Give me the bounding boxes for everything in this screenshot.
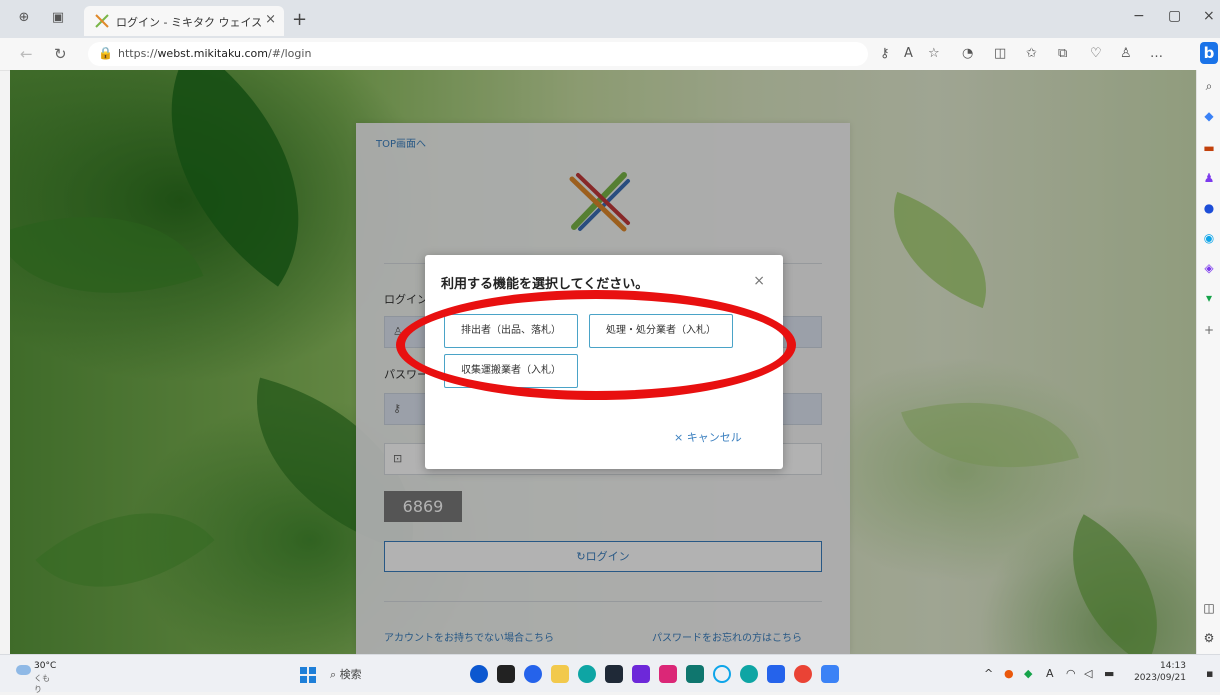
browser-tab-bar: ⊕ ▣ ログイン - ミキタク ウェイストオークショ × + − ▢ ×: [0, 0, 1220, 38]
task-view-icon[interactable]: [497, 665, 515, 683]
add-sidebar-app-icon[interactable]: +: [1201, 322, 1217, 338]
url-text: https://webst.mikitaku.com/#/login: [118, 47, 312, 60]
people-icon[interactable]: ♟: [1201, 170, 1217, 186]
tag-icon[interactable]: ◆: [1201, 108, 1217, 124]
app-icon[interactable]: [632, 665, 650, 683]
sidebar-settings-gear-icon[interactable]: ⚙: [1201, 630, 1217, 646]
windows-taskbar: 30°C くもり ⌕ 検索 ^ ● ◆ A ◠ ◁ ▬ 14:13 2023/0…: [0, 654, 1220, 694]
extension-icon[interactable]: ◔: [962, 46, 973, 61]
copilot-icon[interactable]: [470, 665, 488, 683]
cloud-icon: [16, 665, 31, 675]
collections-icon[interactable]: ⧉: [1058, 46, 1067, 61]
tray-app-icon[interactable]: ●: [1004, 667, 1014, 680]
file-explorer-icon[interactable]: [551, 665, 569, 683]
edge-browser-icon[interactable]: [740, 665, 758, 683]
edge-sidebar: ⌕ ◆ ▬ ♟ ● ◉ ◈ ▾ + ◫ ⚙: [1196, 70, 1220, 654]
maximize-button[interactable]: ▢: [1168, 8, 1181, 24]
refresh-icon[interactable]: ↻: [54, 45, 67, 63]
key-icon[interactable]: ⚷: [880, 46, 890, 61]
temperature: 30°C: [34, 661, 57, 671]
url-field[interactable]: 🔒 https://webst.mikitaku.com/#/login: [88, 42, 868, 66]
taskbar-search[interactable]: ⌕ 検索: [330, 666, 362, 682]
wifi-icon[interactable]: ◠: [1066, 667, 1076, 680]
new-tab-button[interactable]: +: [292, 9, 307, 30]
window-close-button[interactable]: ×: [1203, 8, 1215, 24]
app-icon[interactable]: [821, 665, 839, 683]
shopping-icon[interactable]: ▾: [1201, 290, 1217, 306]
lock-icon: 🔒: [98, 46, 113, 60]
search-icon: ⌕: [330, 668, 337, 681]
chevron-up-icon[interactable]: ^: [984, 667, 993, 680]
read-aloud-icon[interactable]: A: [904, 46, 913, 61]
dialog-title: 利用する機能を選択してください。: [441, 277, 649, 292]
clock-time: 14:13: [1160, 661, 1186, 671]
split-screen-icon[interactable]: ◫: [994, 46, 1006, 61]
mikitaku-favicon-icon: [95, 14, 109, 28]
battery-icon[interactable]: ▬: [1104, 667, 1114, 680]
clock-date: 2023/09/21: [1134, 673, 1186, 683]
volume-icon[interactable]: ◁: [1084, 667, 1092, 680]
notification-icon[interactable]: ▪: [1206, 667, 1213, 680]
windows-start-icon[interactable]: [300, 667, 316, 683]
favorite-star-icon[interactable]: ☆: [928, 46, 940, 61]
sidebar-layout-icon[interactable]: ◫: [1201, 600, 1217, 616]
toolbox-icon[interactable]: ▬: [1201, 140, 1217, 156]
cancel-label: キャンセル: [686, 431, 742, 444]
tab-close-icon[interactable]: ×: [265, 12, 276, 27]
tray-app-icon[interactable]: ◆: [1024, 667, 1032, 680]
more-menu-icon[interactable]: …: [1150, 46, 1163, 61]
tab-title: ログイン - ミキタク ウェイストオークショ: [116, 16, 264, 29]
input-language-indicator[interactable]: A: [1046, 667, 1054, 680]
favorites-icon[interactable]: ✩: [1026, 46, 1037, 61]
outlook-icon[interactable]: ◉: [1201, 230, 1217, 246]
games-icon[interactable]: ◈: [1201, 260, 1217, 276]
cancel-button[interactable]: × キャンセル: [674, 429, 742, 445]
app-icon[interactable]: [686, 665, 704, 683]
chat-icon[interactable]: [524, 665, 542, 683]
profile-icon[interactable]: ♙: [1120, 46, 1132, 61]
store-icon[interactable]: [605, 665, 623, 683]
edge-browser-icon[interactable]: [578, 665, 596, 683]
system-clock[interactable]: 14:13 2023/09/21: [1134, 660, 1186, 684]
search-label: 検索: [339, 668, 362, 681]
weather-text: くもり: [34, 674, 50, 694]
cancel-x-icon: ×: [674, 431, 684, 444]
address-bar-row: ← ↻ 🔒 https://webst.mikitaku.com/#/login…: [0, 38, 1220, 71]
chrome-icon[interactable]: [794, 665, 812, 683]
app-icon[interactable]: [659, 665, 677, 683]
bing-copilot-icon[interactable]: b: [1200, 42, 1218, 64]
tab-actions-icon[interactable]: ▣: [50, 10, 66, 26]
minimize-button[interactable]: −: [1133, 8, 1145, 24]
browser-tab-login[interactable]: ログイン - ミキタク ウェイストオークショ ×: [84, 6, 284, 36]
back-arrow-icon[interactable]: ←: [20, 45, 33, 63]
office-icon[interactable]: ●: [1201, 200, 1217, 216]
red-highlight-ellipse: [396, 290, 796, 400]
search-icon[interactable]: ⌕: [1201, 78, 1217, 94]
dialog-close-icon[interactable]: ×: [753, 273, 765, 289]
workspaces-icon[interactable]: ⊕: [16, 10, 32, 26]
photos-icon[interactable]: [767, 665, 785, 683]
weather-widget[interactable]: 30°C くもり: [16, 661, 56, 694]
browser-essentials-icon[interactable]: ♡: [1090, 46, 1102, 61]
app-icon[interactable]: [713, 665, 731, 683]
